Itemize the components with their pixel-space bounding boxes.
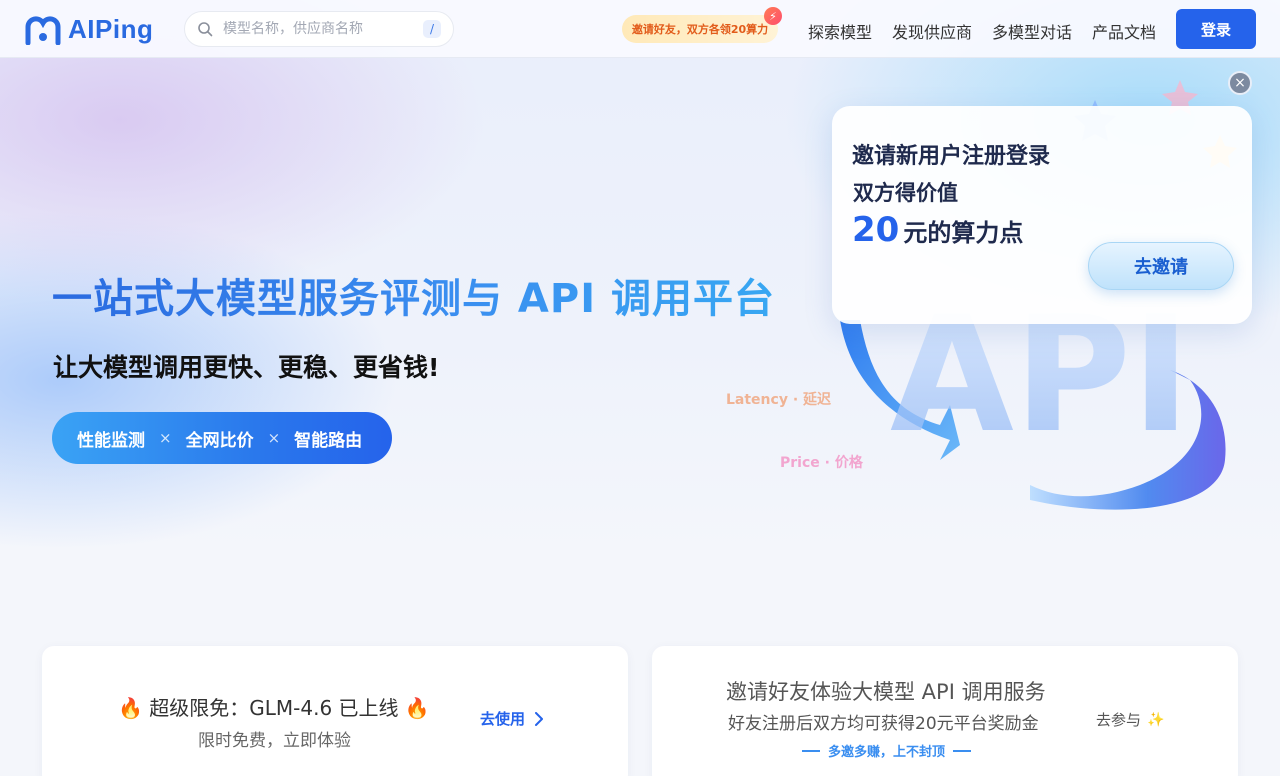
feature-smart-routing: 智能路由 [294,430,363,451]
feature-price-comparison: 全网比价 [185,430,254,451]
go-invite-button[interactable]: 去邀请 [1088,242,1234,290]
logo-icon [25,15,61,45]
separator-icon: × [267,429,281,447]
feature-pill: 性能监测 × 全网比价 × 智能路由 [52,412,392,464]
price-label: Price · 价格 [780,455,863,471]
referral-title: 邀请好友体验大模型 API 调用服务 [726,680,1046,704]
sparkle-icon: ✨ [1147,711,1165,728]
invite-popup-line2: 双方得价值 [853,181,958,205]
search-icon [198,22,213,37]
dash-decoration [953,749,972,752]
nav-explore-models[interactable]: 探索模型 [808,19,872,43]
invite-promo-badge[interactable]: 邀请好友，双方各领20算力 ⚡ [622,7,782,43]
lightning-icon: ⚡ [764,7,782,25]
login-button[interactable]: 登录 [1176,9,1256,49]
nav-discover-providers[interactable]: 发现供应商 [892,19,972,43]
go-use-link[interactable]: 去使用 [480,708,544,729]
search-bar[interactable]: / [184,11,454,47]
main-nav: 探索模型 发现供应商 多模型对话 产品文档 [808,19,1156,43]
reward-amount: 20 [852,210,900,250]
chevron-right-icon [535,711,544,726]
go-use-label: 去使用 [480,710,526,728]
logo-text: AIPing [68,14,154,44]
join-label: 去参与 [1096,711,1142,729]
free-trial-card[interactable]: 🔥 超级限免：GLM-4.6 已上线 🔥 限时免费，立即体验 去使用 [42,646,628,776]
free-trial-title: 🔥 超级限免：GLM-4.6 已上线 🔥 [118,696,430,720]
search-shortcut-badge: / [423,20,441,38]
free-trial-subtitle: 限时免费，立即体验 [198,731,351,751]
nav-product-docs[interactable]: 产品文档 [1092,19,1156,43]
separator-icon: × [159,429,172,447]
join-link[interactable]: 去参与 ✨ [1096,709,1164,730]
invite-popup-line1: 邀请新用户注册登录 [852,144,1051,169]
close-icon[interactable]: × [1228,71,1252,95]
dash-decoration [802,749,820,752]
referral-slogan: 多邀多赚，上不封顶 [802,741,972,760]
page: AIPing / 邀请好友，双方各领20算力 ⚡ 探索模型 发现供应商 多模型对… [0,0,1280,776]
logo[interactable]: AIPing [24,14,153,45]
invite-popup-reward: 20 元的算力点 [852,210,1023,250]
reward-unit: 元的算力点 [903,219,1024,247]
search-input[interactable] [223,21,413,37]
referral-slogan-text: 多邀多赚，上不封顶 [828,745,946,760]
latency-label: Latency · 延迟 [726,392,832,408]
feature-performance-monitoring: 性能监测 [77,430,145,451]
invite-promo-text: 邀请好友，双方各领20算力 [631,23,769,36]
hero-subtitle: 让大模型调用更快、更稳、更省钱! [53,353,440,382]
invite-popup: 邀请新用户注册登录 双方得价值 20 元的算力点 去邀请 [832,106,1252,324]
referral-card[interactable]: 邀请好友体验大模型 API 调用服务 好友注册后双方均可获得20元平台奖励金 多… [652,646,1238,776]
referral-subtitle: 好友注册后双方均可获得20元平台奖励金 [728,714,1039,734]
top-nav-bar: AIPing / 邀请好友，双方各领20算力 ⚡ 探索模型 发现供应商 多模型对… [0,0,1280,58]
hero-title: 一站式大模型服务评测与 API 调用平台 [52,266,775,324]
nav-multi-model-chat[interactable]: 多模型对话 [992,19,1072,43]
